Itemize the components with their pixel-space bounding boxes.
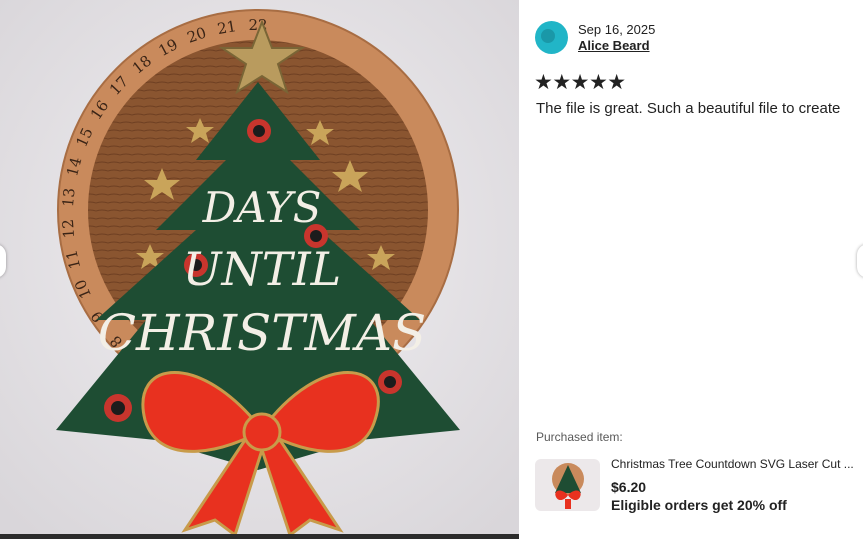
purchased-item-title-link[interactable]: Christmas Tree Countdown SVG Laser Cut .…	[611, 457, 863, 471]
reviewer-name-link[interactable]: Alice Beard	[578, 38, 650, 53]
purchased-item-price: $6.20	[611, 479, 647, 495]
dial-number: 12	[59, 218, 78, 238]
review-text: The file is great. Such a beautiful file…	[536, 100, 841, 117]
avatar[interactable]	[535, 21, 568, 54]
sign-line-christmas: CHRISTMAS	[98, 304, 426, 362]
dial-number: 21	[216, 17, 238, 38]
purchased-item-promo: Eligible orders get 20% off	[611, 497, 787, 513]
purchased-item-thumbnail[interactable]	[535, 459, 600, 511]
review-date: Sep 16, 2025	[578, 22, 656, 37]
purchased-item-label: Purchased item:	[536, 430, 623, 444]
dial-number: 13	[59, 187, 79, 208]
sign-line-until: UNTIL	[183, 242, 341, 296]
review-photo[interactable]: 5678910111213141516171819202122 DAYS UN	[0, 0, 519, 539]
chevron-right-icon[interactable]	[857, 244, 863, 278]
sign-line-days: DAYS	[202, 183, 322, 232]
thumbnail-strip	[0, 534, 519, 539]
review-panel: Sep 16, 2025 Alice Beard ★★★★★ The file …	[519, 0, 863, 539]
countdown-sign-image: 5678910111213141516171819202122 DAYS UN	[0, 0, 519, 539]
rating-stars: ★★★★★	[534, 71, 626, 94]
